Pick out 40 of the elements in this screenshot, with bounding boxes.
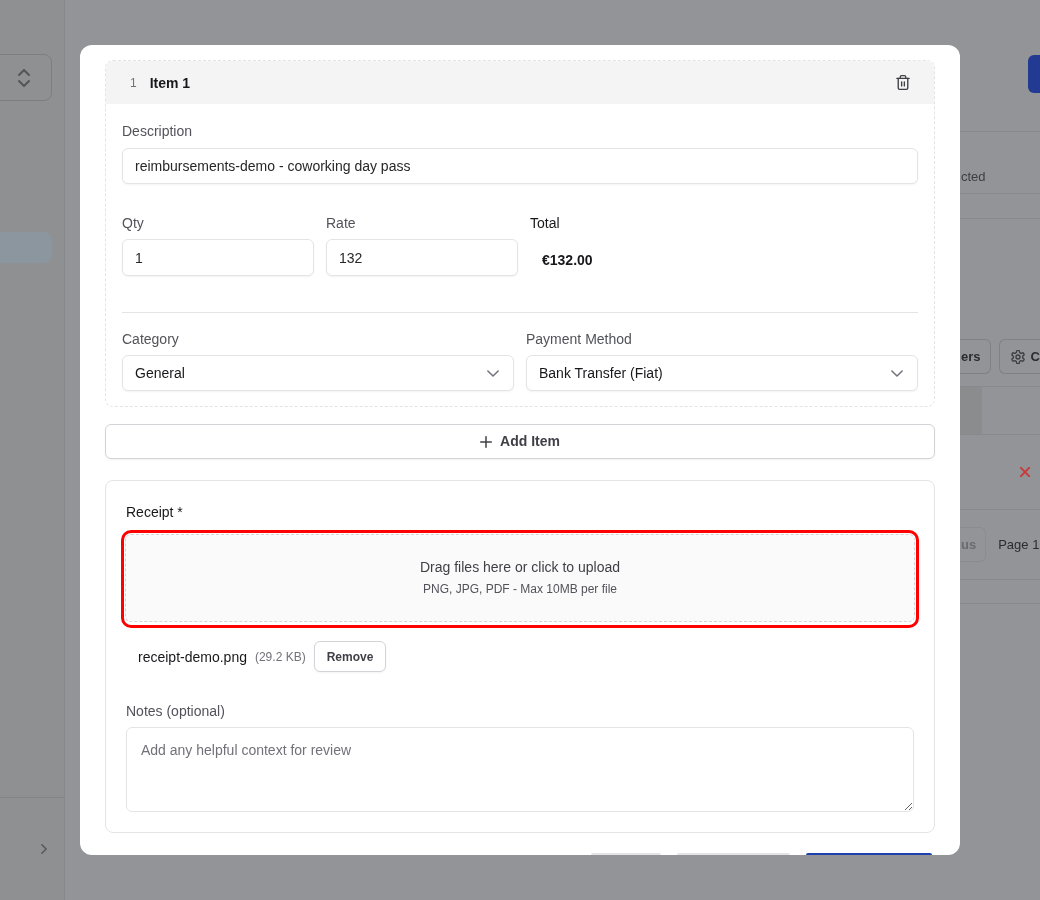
payment-method-select[interactable]: Bank Transfer (Fiat) [526, 355, 918, 391]
footer-button-edge[interactable] [677, 853, 790, 855]
description-field[interactable]: reimbursements-demo - coworking day pass [122, 148, 918, 184]
chevron-right-icon[interactable] [41, 844, 47, 854]
chevron-down-icon [487, 369, 499, 377]
item-title: Item 1 [149, 73, 191, 93]
file-size: (29.2 KB) [254, 648, 306, 665]
header-button[interactable] [1028, 55, 1040, 93]
qty-field[interactable]: 1 [122, 239, 314, 276]
plus-icon [480, 435, 493, 448]
footer-button-edge[interactable] [591, 853, 661, 855]
trash-icon[interactable] [896, 75, 910, 90]
gear-icon [1010, 349, 1025, 364]
remove-button[interactable]: Remove [313, 641, 387, 672]
field-label: Category [122, 330, 179, 349]
notes-label: Notes (optional) [126, 702, 225, 721]
rate-field[interactable]: 132 [326, 239, 518, 276]
chevron-down-icon [891, 369, 903, 377]
total-amount: €132.00 [542, 251, 593, 270]
field-label: Total [530, 214, 560, 233]
switcher-button[interactable] [0, 54, 52, 101]
selection-text: cted [961, 169, 986, 185]
field-label: Payment Method [526, 330, 632, 349]
field-label: Qty [122, 214, 144, 233]
item-number: 1 [130, 74, 137, 91]
field-label: Rate [326, 214, 356, 233]
chevron-up-down-icon [18, 68, 30, 87]
receipt-label: Receipt * [126, 503, 183, 522]
notes-field[interactable]: Add any helpful context for review [126, 727, 914, 812]
settings-button[interactable]: C [998, 339, 1040, 374]
upload-instruction: Drag files here or click to upload [420, 558, 620, 577]
upload-hint: PNG, JPG, PDF - Max 10MB per file [422, 581, 617, 597]
x-mark-icon[interactable] [1020, 467, 1030, 477]
category-select[interactable]: General [122, 355, 514, 391]
footer-button-edge[interactable] [806, 853, 932, 855]
file-name: receipt-demo.png [138, 647, 247, 667]
page-indicator: Page 1 [998, 535, 1040, 554]
field-label: Description [122, 122, 193, 141]
upload-dropzone[interactable]: Drag files here or click to upload PNG, JPG, PDF - Max 10MB per file [121, 530, 919, 628]
add-item-button[interactable]: Add Item [105, 424, 935, 459]
